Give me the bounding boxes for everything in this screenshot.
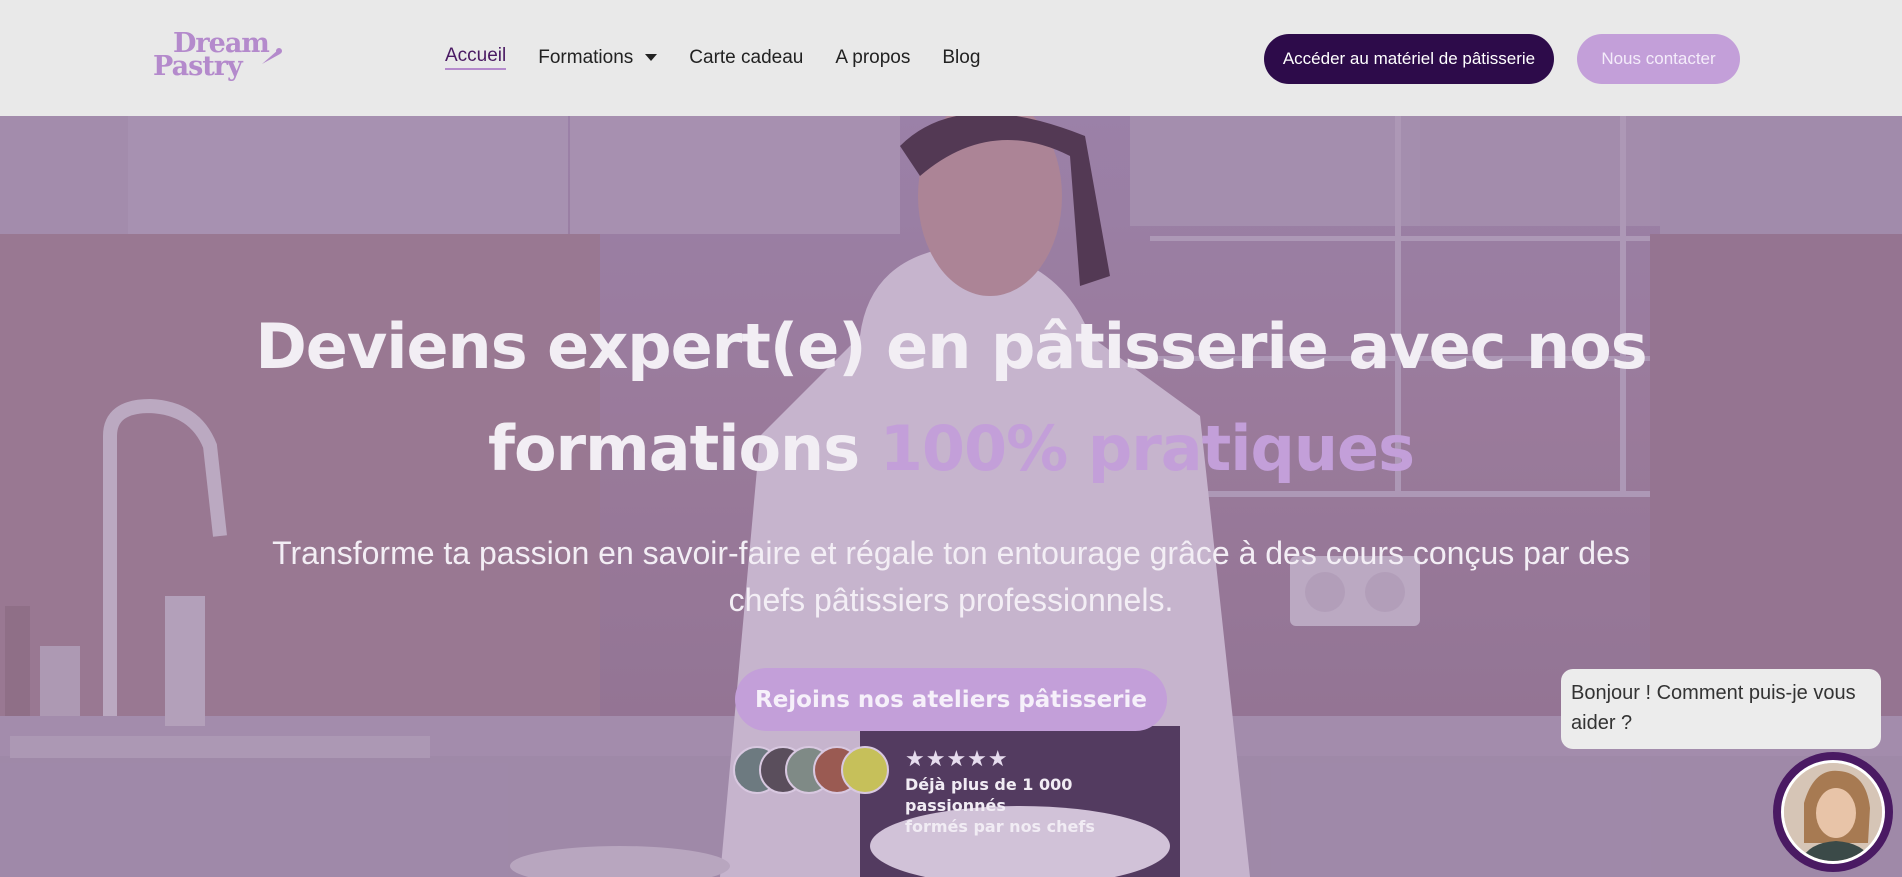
nav-item-carte-cadeau[interactable]: Carte cadeau: [689, 47, 803, 69]
main-nav: Accueil Formations Carte cadeau A propos…: [445, 45, 1012, 70]
chat-greeting-bubble[interactable]: Bonjour ! Comment puis-je vous aider ?: [1561, 669, 1881, 749]
contact-button[interactable]: Nous contacter: [1577, 34, 1740, 84]
chat-launcher-button[interactable]: [1773, 752, 1893, 872]
nav-item-blog[interactable]: Blog: [942, 47, 980, 69]
nav-label-formations: Formations: [538, 46, 634, 68]
piping-bag-icon: [262, 48, 282, 64]
hero-section: Deviens expert(e) en pâtisserie avec nos…: [0, 116, 1902, 877]
rating-stars-icon: ★★★★★: [905, 746, 1009, 771]
social-proof: ★★★★★ Déjà plus de 1 000 passionnés form…: [733, 746, 1153, 836]
join-workshops-button[interactable]: Rejoins nos ateliers pâtisserie: [735, 668, 1167, 731]
nav-label-carte-cadeau: Carte cadeau: [689, 46, 804, 68]
nav-item-accueil[interactable]: Accueil: [445, 45, 507, 70]
nav-label-a-propos: A propos: [835, 46, 911, 68]
site-header: Dream Pastry Accueil Formations Carte ca…: [0, 0, 1902, 116]
nav-item-formations[interactable]: Formations: [538, 46, 658, 69]
social-proof-line2: formés par nos chefs: [905, 817, 1095, 836]
hero-title-accent: 100% pratiques: [879, 412, 1415, 485]
nav-item-a-propos[interactable]: A propos: [835, 47, 910, 69]
chevron-down-icon: [645, 54, 658, 61]
dream-pastry-logo[interactable]: Dream Pastry: [153, 30, 282, 84]
avatar: [841, 746, 889, 794]
nav-label-blog: Blog: [942, 46, 981, 68]
assistant-avatar: [1781, 760, 1885, 864]
assistant-portrait-icon: [1784, 763, 1882, 861]
hero-title-line1: Deviens expert(e) en pâtisserie avec nos: [255, 310, 1647, 383]
hero-title-line2: formations: [487, 412, 860, 485]
hero-subtitle: Transforme ta passion en savoir-faire et…: [272, 535, 1630, 618]
social-proof-line1: Déjà plus de 1 000 passionnés: [905, 775, 1073, 815]
social-proof-text: Déjà plus de 1 000 passionnés formés par…: [905, 774, 1165, 837]
access-equipment-button[interactable]: Accéder au matériel de pâtisserie: [1264, 34, 1554, 84]
nav-label-accueil: Accueil: [445, 45, 507, 66]
hero-title: Deviens expert(e) en pâtisserie avec nos…: [0, 296, 1902, 500]
